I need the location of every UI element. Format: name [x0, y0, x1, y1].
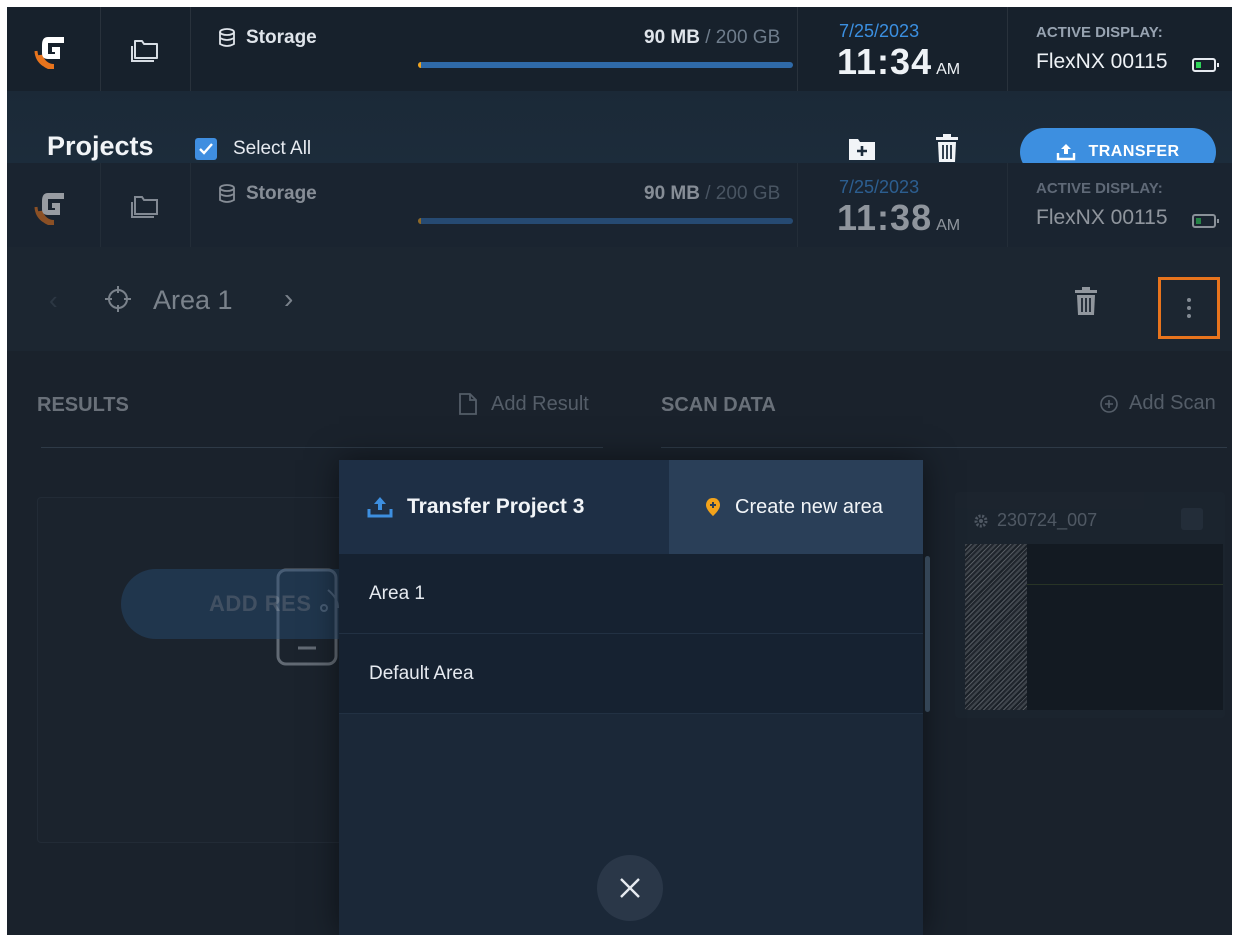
storage-label-text: Storage [246, 27, 317, 48]
upload-icon [1057, 144, 1076, 161]
battery-icon [1192, 214, 1219, 228]
add-result-label: Add Result [491, 392, 589, 415]
area-list: Area 1 Default Area [339, 554, 923, 714]
underlay-storage-fill [418, 218, 421, 224]
status-bar: Storage 90 MB / 200 GB 7/25/2023 11:34 AM… [7, 7, 1232, 91]
add-result-link[interactable]: Add Result [457, 392, 589, 416]
underlay-active-display: ACTIVE DISPLAY: FlexNX 00115 [1008, 163, 1232, 247]
scan-select-toggle[interactable] [1181, 508, 1203, 530]
select-all-label[interactable]: Select All [233, 138, 311, 160]
create-new-area-label: Create new area [735, 495, 883, 518]
checkmark-icon [199, 143, 213, 155]
underlay-time-ampm: AM [936, 217, 961, 234]
underlay-active-display-name: FlexNX 00115 [1036, 206, 1168, 229]
transfer-label: TRANSFER [1088, 143, 1180, 160]
scan-radargram [965, 544, 1027, 710]
results-empty-panel [37, 497, 357, 843]
select-all-checkbox[interactable] [195, 138, 217, 160]
underlay-storage-amount: 90 MB / 200 GB [644, 183, 780, 205]
add-document-icon [459, 393, 477, 415]
more-vertical-icon [1187, 298, 1191, 318]
time-value: 11:34 [837, 41, 933, 82]
divider [41, 447, 603, 448]
underlay-active-display-label: ACTIVE DISPLAY: [1036, 180, 1163, 197]
trash-icon [936, 134, 958, 162]
battery-icon [1192, 58, 1219, 72]
date-text: 7/25/2023 [839, 21, 920, 41]
logo-icon [34, 37, 64, 69]
scan-card-name: 230724_007 [997, 510, 1098, 530]
clock-display: 7/25/2023 11:34 AM [798, 7, 1008, 91]
underlay-storage-total: / 200 GB [705, 183, 781, 204]
scan-card-title: 230724_007 [973, 510, 1097, 531]
app-logo[interactable] [7, 7, 101, 91]
close-icon [620, 878, 640, 898]
underlay-storage-label-text: Storage [246, 183, 317, 204]
scan-card[interactable]: 230724_007 [955, 492, 1225, 718]
database-icon [219, 184, 235, 203]
previous-area-chevron-icon[interactable]: ‹ [49, 285, 58, 316]
time-ampm: AM [936, 61, 961, 78]
location-pin-add-icon [706, 498, 720, 516]
dialog-title: Transfer Project 3 [339, 460, 669, 554]
dialog-header: Transfer Project 3 Create new area [339, 460, 923, 554]
storage-amount: 90 MB / 200 GB [644, 27, 780, 49]
storage-total: / 200 GB [705, 27, 781, 48]
results-header: RESULTS [37, 394, 129, 416]
underlay-logo [7, 163, 101, 247]
trash-icon [1075, 287, 1097, 315]
storage-used: 90 MB [644, 27, 700, 48]
underlay-storage-used: 90 MB [644, 183, 700, 204]
upload-icon [367, 497, 393, 518]
next-area-chevron-icon[interactable]: › [284, 283, 293, 315]
underlay-storage-label: Storage [218, 183, 317, 205]
folder-icon [130, 40, 158, 62]
crosshair-icon [104, 285, 132, 318]
delete-area-button[interactable] [1074, 286, 1098, 321]
underlay-time: 11:38 AM [837, 197, 960, 239]
dialog-title-text: Transfer Project 3 [407, 495, 585, 518]
underlay-clock: 7/25/2023 11:38 AM [798, 163, 1008, 247]
logo-icon [34, 193, 64, 225]
underlay-status-bar: Storage 90 MB / 200 GB 7/25/2023 11:38 AM… [7, 163, 1232, 247]
plus-circle-icon [1100, 394, 1118, 413]
close-dialog-button[interactable] [597, 855, 663, 921]
scan-data-header: SCAN DATA [661, 394, 776, 416]
active-display[interactable]: ACTIVE DISPLAY: FlexNX 00115 [1008, 7, 1232, 91]
scrollbar[interactable] [925, 556, 930, 712]
more-options-button[interactable] [1158, 277, 1220, 339]
storage-progress-bar [418, 62, 793, 68]
divider [661, 447, 1227, 448]
list-item[interactable]: Area 1 [339, 554, 923, 634]
add-scan-label: Add Scan [1129, 392, 1216, 414]
underlay-storage: Storage 90 MB / 200 GB [191, 163, 798, 247]
page-title: Projects [47, 131, 154, 161]
add-scan-link[interactable]: Add Scan [1099, 392, 1216, 415]
list-item[interactable]: Default Area [339, 634, 923, 714]
underlay-date: 7/25/2023 [839, 177, 920, 197]
underlay-storage-bar [418, 218, 793, 224]
area-title: Area 1 [153, 285, 233, 315]
scan-thumbnail [965, 544, 1223, 710]
create-new-area-button[interactable]: Create new area [669, 460, 923, 554]
database-icon [219, 28, 235, 47]
scan-depth-line [1027, 584, 1223, 585]
folder-icon [130, 196, 158, 218]
time-text: 11:34 AM [837, 41, 960, 83]
area-navigation-bar: ‹ Area 1 › [7, 247, 1232, 351]
underlay-time-value: 11:38 [837, 197, 933, 238]
gear-icon [974, 514, 988, 527]
storage-label: Storage [218, 27, 317, 49]
app-frame: Storage 90 MB / 200 GB 7/25/2023 11:34 AM… [7, 7, 1232, 935]
underlay-folder [101, 163, 191, 247]
add-folder-icon [849, 139, 875, 160]
active-display-name: FlexNX 00115 [1036, 50, 1168, 73]
active-display-label: ACTIVE DISPLAY: [1036, 24, 1163, 41]
transfer-project-dialog: Transfer Project 3 Create new area Area … [339, 460, 930, 935]
storage-progress-fill [418, 62, 421, 68]
storage-indicator: Storage 90 MB / 200 GB [191, 7, 798, 91]
projects-toolbar: Projects Select All TRANSFER [7, 91, 1232, 176]
projects-folder-button[interactable] [101, 7, 191, 91]
